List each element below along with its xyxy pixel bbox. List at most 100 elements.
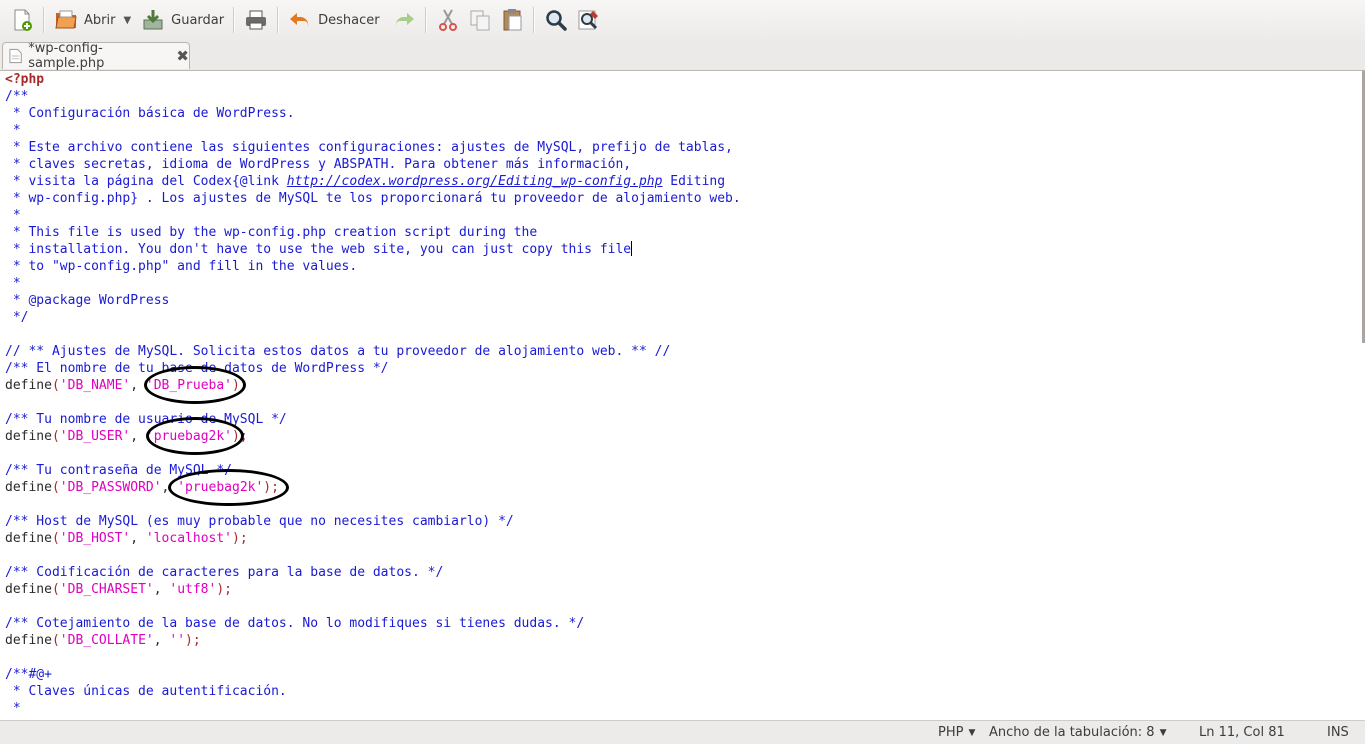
code-token: * This file is used by the wp-config.php… bbox=[5, 225, 538, 240]
code-line[interactable]: * bbox=[5, 122, 741, 139]
code-token: 'pruebag2k' bbox=[145, 429, 232, 444]
code-token: ( bbox=[51, 582, 60, 597]
language-selector[interactable]: PHP ▼ bbox=[938, 725, 975, 740]
code-line[interactable]: /** El nombre de tu base de datos de Wor… bbox=[5, 360, 741, 377]
code-line[interactable] bbox=[5, 649, 741, 666]
code-line[interactable]: define('DB_NAME', 'DB_Prueba'); bbox=[5, 377, 741, 394]
code-token: ); bbox=[216, 582, 232, 597]
code-token: ( bbox=[51, 531, 60, 546]
search-icon bbox=[545, 10, 567, 31]
code-token: ( bbox=[51, 633, 60, 648]
code-line[interactable]: define('DB_PASSWORD', 'pruebag2k'); bbox=[5, 479, 741, 496]
code-line[interactable]: /** bbox=[5, 88, 741, 105]
code-token: , bbox=[130, 531, 146, 546]
code-line[interactable] bbox=[5, 394, 741, 411]
undo-button[interactable]: Deshacer bbox=[284, 3, 383, 37]
dropdown-arrow-icon: ▼ bbox=[968, 728, 976, 738]
cut-button[interactable] bbox=[432, 3, 464, 37]
status-bar: PHP ▼ Ancho de la tabulación: 8 ▼ Ln 11, C… bbox=[0, 720, 1365, 744]
code-token: /** Tu nombre de usuario de MySQL */ bbox=[5, 412, 287, 427]
code-line[interactable]: define('DB_HOST', 'localhost'); bbox=[5, 530, 741, 547]
code-token: '' bbox=[169, 633, 186, 648]
open-recent-dropdown[interactable]: ▼ bbox=[119, 15, 137, 26]
code-line[interactable]: * Este archivo contiene las siguientes c… bbox=[5, 139, 741, 156]
code-token: ); bbox=[185, 633, 201, 648]
code-token: define bbox=[5, 378, 52, 393]
code-token: /** Codificación de caracteres para la b… bbox=[5, 565, 444, 580]
code-token: * wp-config.php} . Los ajustes de MySQL … bbox=[5, 191, 741, 206]
code-token: ( bbox=[51, 429, 60, 444]
code-line[interactable] bbox=[5, 326, 741, 343]
undo-arrow-icon bbox=[290, 13, 309, 27]
document-tab[interactable]: *wp-config-sample.php ✖ bbox=[2, 41, 190, 71]
code-token: define bbox=[5, 429, 52, 444]
paste-button[interactable] bbox=[496, 3, 528, 37]
code-token: 'DB_HOST' bbox=[59, 531, 131, 546]
code-token: , bbox=[153, 633, 170, 648]
code-line[interactable]: * bbox=[5, 700, 741, 717]
tab-title: *wp-config-sample.php bbox=[28, 41, 105, 71]
code-line[interactable]: */ bbox=[5, 309, 741, 326]
code-line[interactable]: // ** Ajustes de MySQL. Solicita estos d… bbox=[5, 343, 741, 360]
code-line[interactable] bbox=[5, 496, 741, 513]
code-token: */ bbox=[5, 310, 29, 325]
code-line[interactable]: /** Tu nombre de usuario de MySQL */ bbox=[5, 411, 741, 428]
code-line[interactable] bbox=[5, 547, 741, 564]
document-tab-bar: *wp-config-sample.php ✖ bbox=[0, 40, 1365, 71]
code-line[interactable]: /** Host de MySQL (es muy probable que n… bbox=[5, 513, 741, 530]
code-line[interactable] bbox=[5, 598, 741, 615]
code-line[interactable]: <?php bbox=[5, 71, 741, 88]
code-line[interactable]: define('DB_CHARSET', 'utf8'); bbox=[5, 581, 741, 598]
tab-width-selector[interactable]: Ancho de la tabulación: 8 ▼ bbox=[989, 725, 1167, 740]
code-line[interactable]: * wp-config.php} . Los ajustes de MySQL … bbox=[5, 190, 741, 207]
code-line[interactable]: * claves secretas, idioma de WordPress y… bbox=[5, 156, 741, 173]
code-token: * bbox=[5, 276, 21, 291]
text-cursor bbox=[631, 241, 633, 256]
find-replace-icon bbox=[578, 10, 598, 30]
redo-button[interactable] bbox=[388, 3, 420, 37]
toolbar: Abrir ▼ Guardar Deshacer bbox=[0, 0, 1365, 40]
open-button[interactable]: Abrir bbox=[50, 3, 119, 37]
code-line[interactable]: * Claves únicas de autentificación. bbox=[5, 683, 741, 700]
code-line[interactable]: * installation. You don't have to use th… bbox=[5, 241, 741, 258]
code-line[interactable] bbox=[5, 445, 741, 462]
code-token: * bbox=[5, 123, 21, 138]
code-line[interactable]: * bbox=[5, 275, 741, 292]
code-token: /** Cotejamiento de la base de datos. No… bbox=[5, 616, 585, 631]
copy-button[interactable] bbox=[464, 3, 496, 37]
scissors-icon bbox=[438, 9, 457, 31]
save-button[interactable]: Guardar bbox=[137, 3, 228, 37]
insert-mode: INS bbox=[1327, 725, 1349, 740]
code-token: /** Tu contraseña de MySQL */ bbox=[5, 463, 232, 478]
code-line[interactable]: * Configuración básica de WordPress. bbox=[5, 105, 741, 122]
code-text[interactable]: <?php /** * Configuración básica de WordP… bbox=[5, 71, 741, 717]
close-icon[interactable]: ✖ bbox=[176, 47, 189, 65]
new-document-button[interactable] bbox=[6, 3, 38, 37]
code-token: <?php bbox=[5, 72, 45, 87]
php-file-icon bbox=[9, 48, 22, 64]
undo-label: Deshacer bbox=[318, 12, 380, 28]
code-line[interactable]: * bbox=[5, 207, 741, 224]
code-token: 'DB_Prueba' bbox=[145, 378, 232, 393]
code-token: * visita la página del Codex{@link bbox=[5, 174, 287, 189]
code-line[interactable]: /** Cotejamiento de la base de datos. No… bbox=[5, 615, 741, 632]
code-editor[interactable]: <?php /** * Configuración básica de WordP… bbox=[0, 71, 1365, 720]
code-line[interactable]: * This file is used by the wp-config.php… bbox=[5, 224, 741, 241]
code-token: 'DB_NAME' bbox=[59, 378, 131, 393]
code-line[interactable]: * to "wp-config.php" and fill in the val… bbox=[5, 258, 741, 275]
code-line[interactable]: * @package WordPress bbox=[5, 292, 741, 309]
print-button[interactable] bbox=[240, 3, 272, 37]
code-token: 'DB_CHARSET' bbox=[59, 582, 154, 597]
code-line[interactable]: define('DB_USER', 'pruebag2k'); bbox=[5, 428, 741, 445]
code-line[interactable]: define('DB_COLLATE', ''); bbox=[5, 632, 741, 649]
find-replace-button[interactable] bbox=[572, 3, 604, 37]
code-line[interactable]: /** Tu contraseña de MySQL */ bbox=[5, 462, 741, 479]
find-button[interactable] bbox=[540, 3, 572, 37]
code-token: /** Host de MySQL (es muy probable que n… bbox=[5, 514, 514, 529]
toolbar-separator bbox=[424, 7, 427, 33]
code-line[interactable]: /**#@+ bbox=[5, 666, 741, 683]
code-line[interactable]: * visita la página del Codex{@link http:… bbox=[5, 173, 741, 190]
clipboard-icon bbox=[503, 9, 522, 31]
toolbar-separator bbox=[532, 7, 535, 33]
code-line[interactable]: /** Codificación de caracteres para la b… bbox=[5, 564, 741, 581]
